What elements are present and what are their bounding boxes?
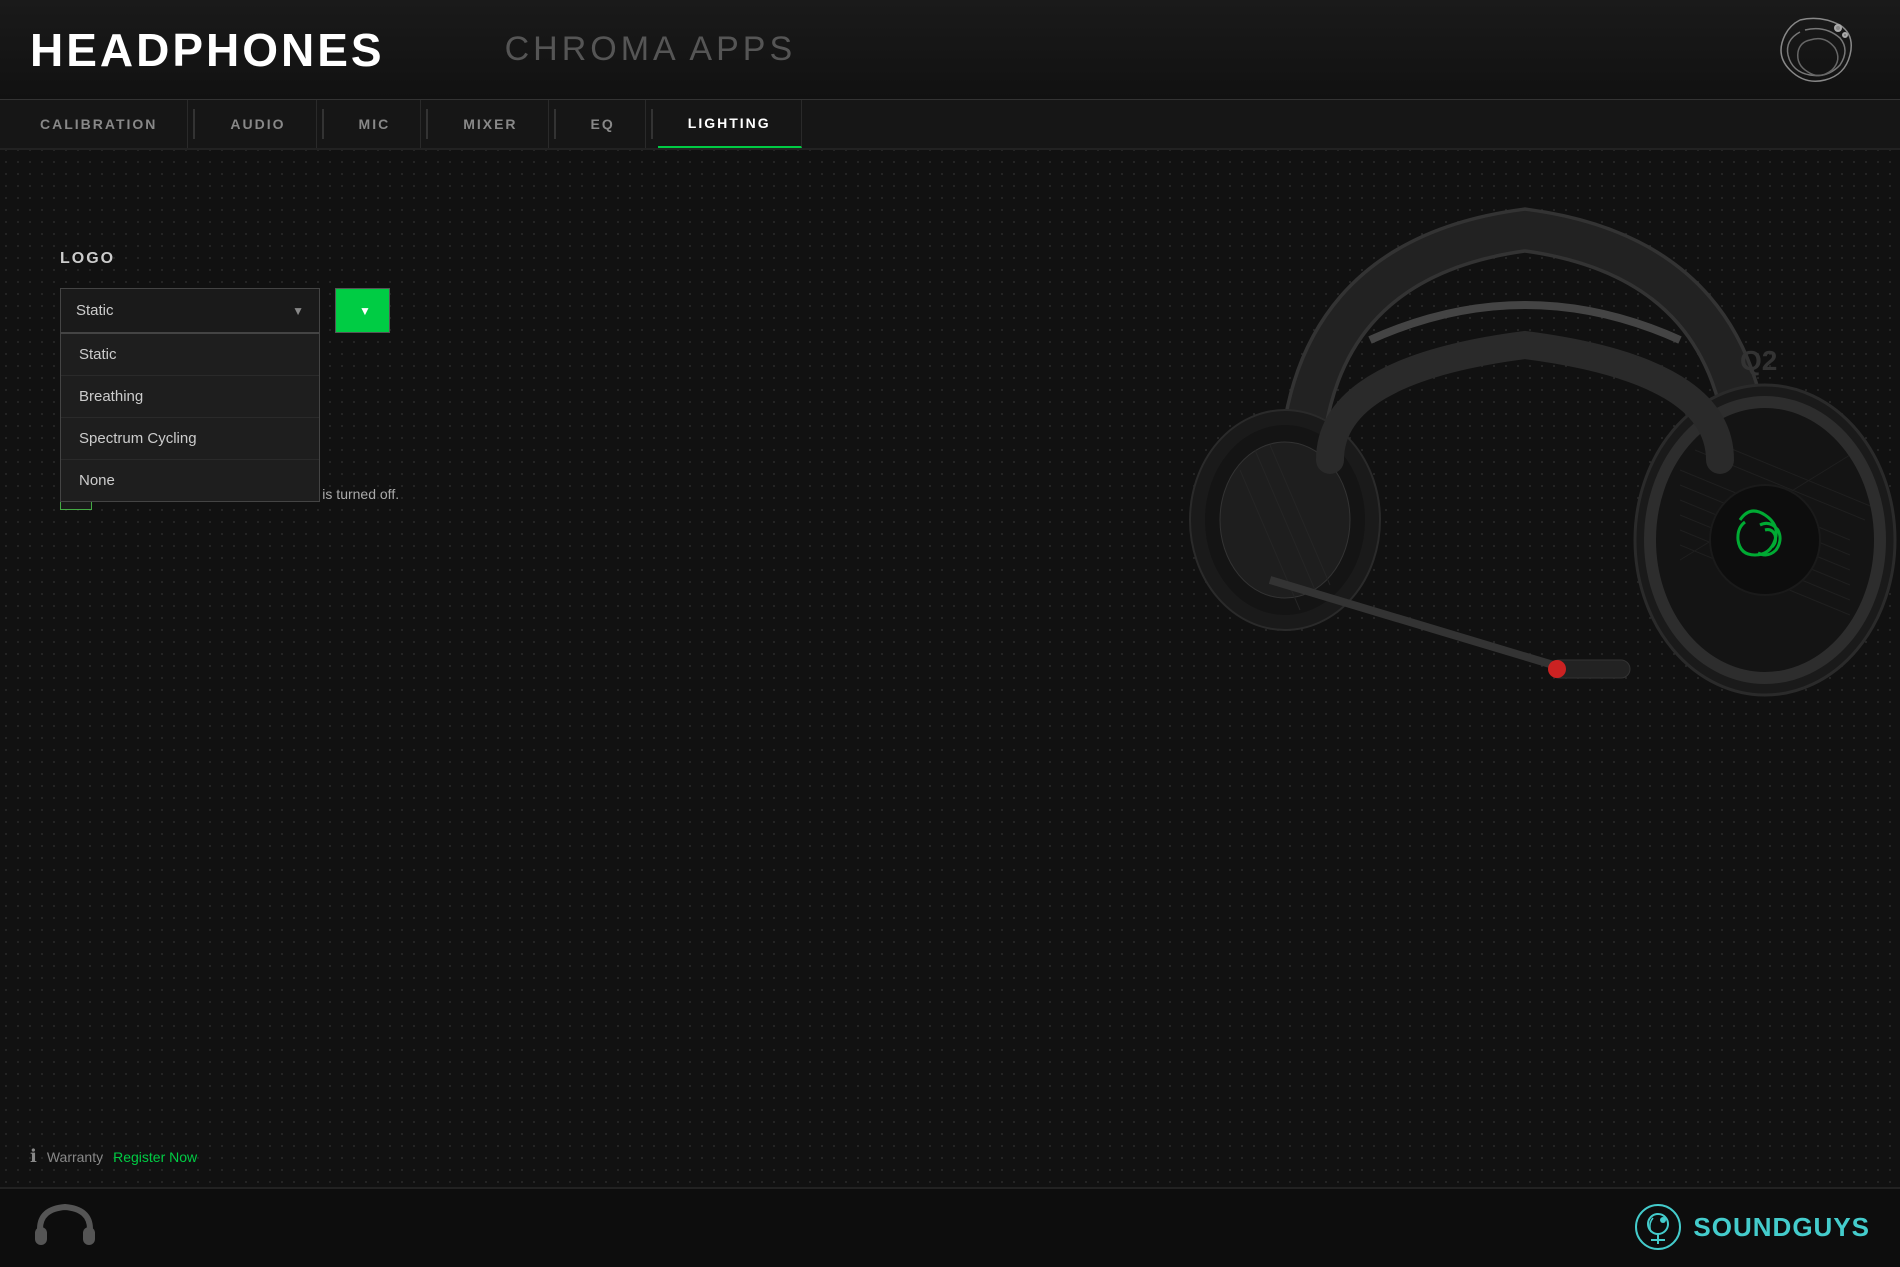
tab-mic[interactable]: MIC — [329, 100, 422, 148]
dropdown-arrow-icon: ▼ — [292, 304, 304, 318]
soundguys-text: SOUNDGUYS — [1693, 1212, 1870, 1243]
razer-logo — [1770, 10, 1870, 90]
nav-sep-3 — [426, 109, 428, 139]
warranty-info-icon: ℹ — [30, 1146, 37, 1167]
nav-sep-1 — [193, 109, 195, 139]
warranty-label: Warranty — [47, 1149, 103, 1165]
svg-text:Q2: Q2 — [1740, 345, 1777, 376]
color-picker-arrow-icon: ▼ — [359, 304, 371, 318]
tab-lighting[interactable]: LIGHTING — [658, 100, 802, 148]
dropdown-item-static[interactable]: Static — [61, 334, 319, 376]
dropdown-item-spectrum-cycling[interactable]: Spectrum Cycling — [61, 418, 319, 460]
tab-eq[interactable]: EQ — [561, 100, 646, 148]
nav-sep-5 — [651, 109, 653, 139]
chroma-apps-title: CHROMA APPS — [505, 30, 797, 69]
color-picker-button[interactable]: ▼ — [335, 288, 390, 333]
dropdown-item-none[interactable]: None — [61, 460, 319, 501]
warranty-register-link[interactable]: Register Now — [113, 1149, 197, 1165]
lighting-mode-dropdown[interactable]: Static ▼ — [60, 288, 320, 333]
nav-sep-2 — [322, 109, 324, 139]
bottom-bar: SOUNDGUYS — [0, 1187, 1900, 1267]
lighting-mode-menu: Static Breathing Spectrum Cycling None — [60, 333, 320, 502]
nav-tabs: CALIBRATION AUDIO MIC MIXER EQ LIGHTING — [0, 100, 1900, 150]
lighting-mode-row: Static ▼ Static Breathing Spectrum Cycli… — [60, 288, 560, 333]
nav-sep-4 — [554, 109, 556, 139]
dropdown-item-breathing[interactable]: Breathing — [61, 376, 319, 418]
warranty-section: ℹ Warranty Register Now — [30, 1146, 197, 1167]
app-title: HEADPHONES — [30, 23, 385, 77]
soundguys-branding: SOUNDGUYS — [1633, 1202, 1870, 1252]
header: HEADPHONES CHROMA APPS — [0, 0, 1900, 100]
logo-section-label: LOGO — [60, 250, 560, 268]
right-panel: Q2 — [560, 190, 1840, 1087]
left-panel: LOGO Static ▼ Static Breathing Spectrum … — [60, 190, 560, 1087]
dropdown-selected-value: Static — [76, 302, 114, 319]
headphone-image: Q2 — [1150, 110, 1900, 860]
tab-audio[interactable]: AUDIO — [200, 100, 316, 148]
tab-calibration[interactable]: CALIBRATION — [10, 100, 188, 148]
tab-mixer[interactable]: MIXER — [433, 100, 548, 148]
headphone-thumbnail — [30, 1199, 100, 1259]
main-content: LOGO Static ▼ Static Breathing Spectrum … — [0, 150, 1900, 1127]
